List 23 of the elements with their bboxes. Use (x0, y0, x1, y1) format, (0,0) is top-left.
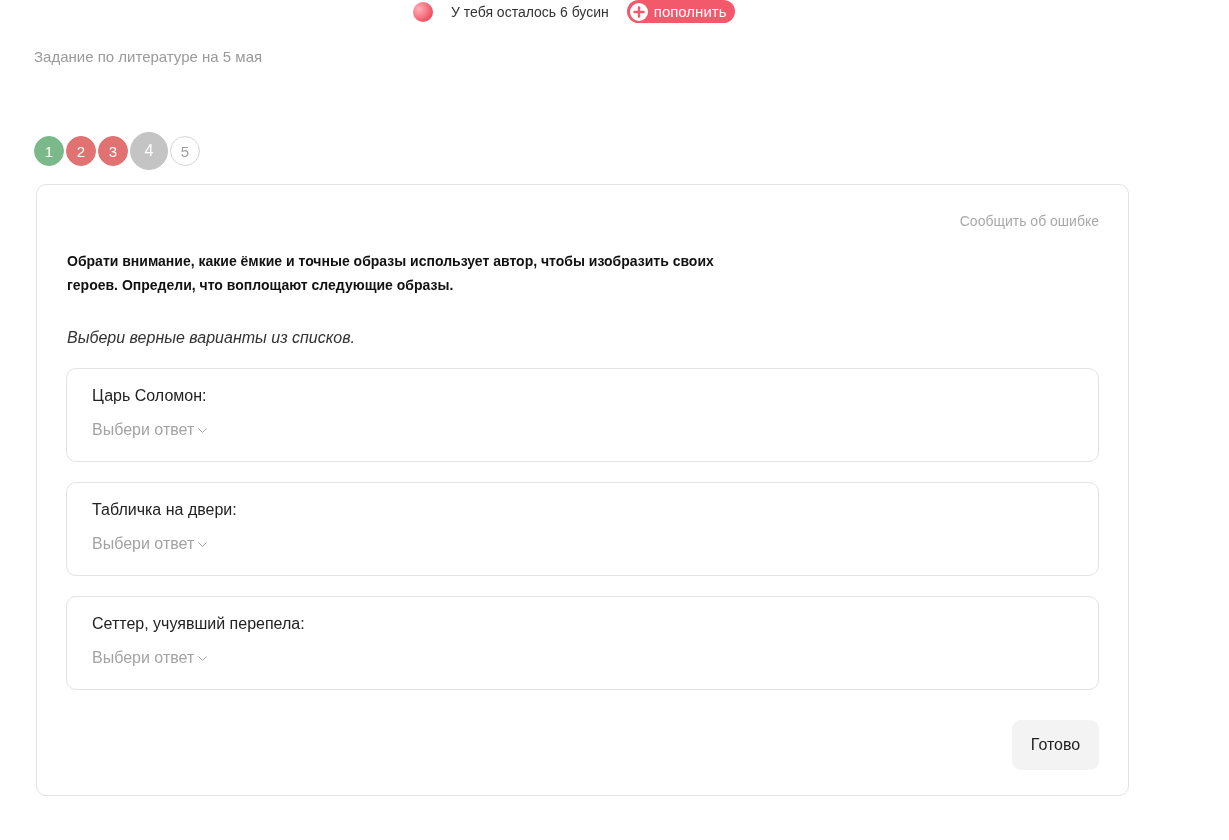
answer-dropdown[interactable]: Выбери ответ (92, 420, 208, 440)
answer-dropdown[interactable]: Выбери ответ (92, 534, 208, 554)
question-label: Царь Соломон: (92, 386, 207, 406)
top-up-button[interactable]: пополнить (626, 0, 736, 23)
done-button[interactable]: Готово (1012, 720, 1099, 770)
report-error-link[interactable]: Сообщить об ошибке (959, 213, 1099, 230)
task-hint: Выбери верные варианты из списков. (67, 328, 355, 348)
beads-remaining-text: У тебя осталось 6 бусин (451, 3, 609, 20)
step-button[interactable]: 3 (98, 136, 128, 166)
step-button[interactable]: 4 (130, 132, 168, 170)
chevron-down-icon (198, 655, 208, 661)
step-button[interactable]: 1 (34, 136, 64, 166)
step-button[interactable]: 2 (66, 136, 96, 166)
question-label: Табличка на двери: (92, 500, 237, 520)
chevron-down-icon (198, 541, 208, 547)
step-button[interactable]: 5 (170, 136, 200, 166)
plus-circle-icon (629, 2, 648, 21)
bead-icon (413, 1, 433, 22)
chevron-down-icon (198, 427, 208, 433)
task-instruction: Обрати внимание, какие ёмкие и точные образы использует автор, чтобы изобразить своих героев. Определи, что воплощают следующие образы. (67, 252, 715, 295)
task-title: Задание по литературе на 5 мая (34, 48, 263, 65)
question-label: Сеттер, учуявший перепела: (92, 614, 305, 634)
answer-dropdown[interactable]: Выбери ответ (92, 648, 208, 668)
